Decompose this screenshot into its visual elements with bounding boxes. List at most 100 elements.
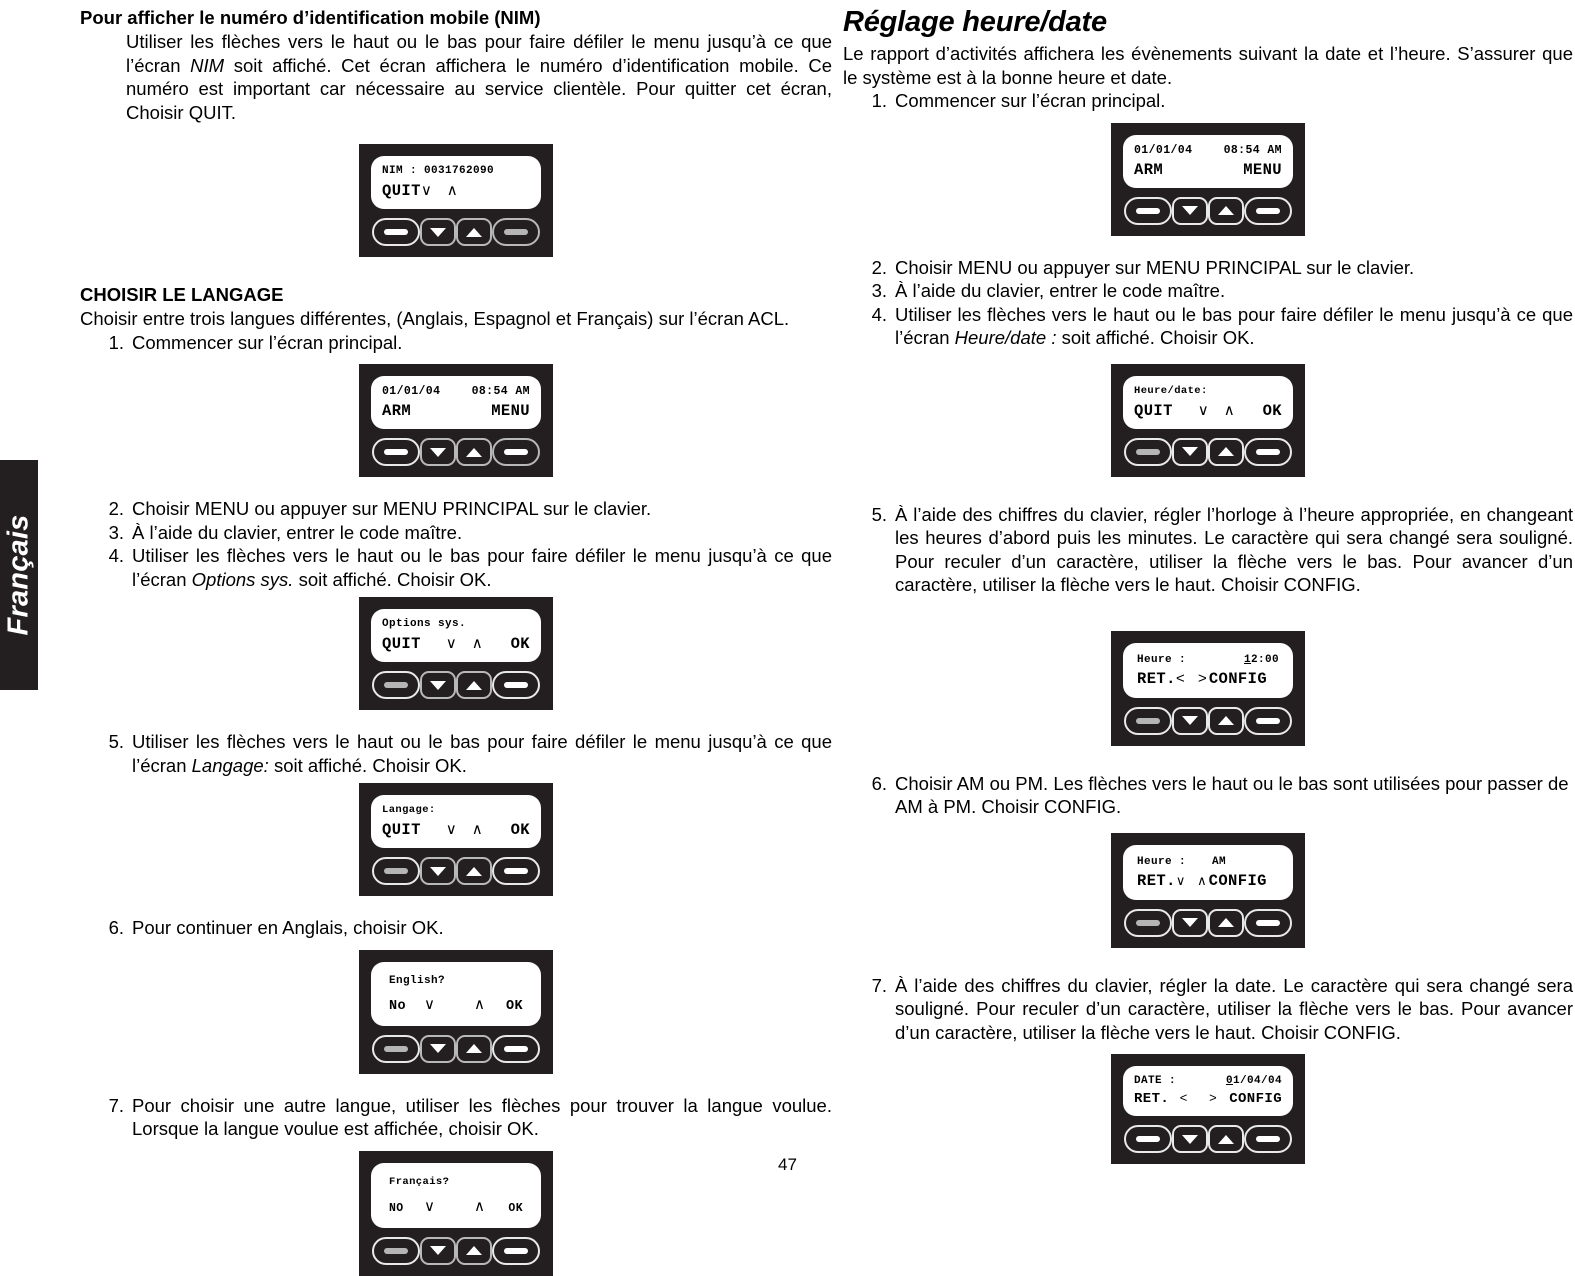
soft-right-button[interactable] bbox=[492, 1034, 540, 1063]
keypad-device-nim: NIM : 0031762090 QUIT ∨ ∧ bbox=[359, 144, 553, 257]
up-arrow-button[interactable] bbox=[456, 438, 492, 466]
lcd-main-time: 08:54 AM bbox=[1223, 143, 1282, 157]
lcd-main-date: 01/01/04 bbox=[382, 385, 441, 398]
soft-left-button[interactable] bbox=[372, 1236, 420, 1265]
left-step-7-text: Pour choisir une autre langue, utiliser … bbox=[132, 1094, 832, 1140]
soft-right-button[interactable] bbox=[492, 671, 540, 699]
keypad-device-english: English? No ∨ ∧ OK bbox=[359, 949, 553, 1074]
soft-right-button[interactable] bbox=[1244, 437, 1292, 466]
left-step-2-text: Choisir MENU ou appuyer sur MENU PRINCIP… bbox=[132, 498, 652, 519]
lcd-screen-options-sys: Options sys. QUIT ∨ ∧ OK bbox=[371, 609, 541, 662]
soft-left-button[interactable] bbox=[372, 438, 420, 466]
keypad-button-row bbox=[371, 671, 541, 699]
soft-right-button[interactable] bbox=[1244, 1125, 1292, 1153]
up-arrow-button[interactable] bbox=[456, 671, 492, 699]
soft-left-button[interactable] bbox=[1124, 706, 1172, 735]
keypad-button-row bbox=[371, 218, 541, 246]
soft-right-bar-icon bbox=[504, 868, 528, 874]
soft-right-button[interactable] bbox=[1244, 196, 1292, 225]
language-section-intro: Choisir entre trois langues différentes,… bbox=[80, 308, 790, 329]
lcd-francais-title: Français? bbox=[389, 1175, 450, 1188]
chevron-down-icon bbox=[1182, 447, 1198, 456]
soft-left-bar-icon bbox=[384, 1247, 408, 1254]
down-arrow-button[interactable] bbox=[420, 1236, 456, 1265]
soft-left-button[interactable] bbox=[372, 1034, 420, 1063]
right-step-7: 7. À l’aide des chiffres du clavier, rég… bbox=[869, 974, 1573, 1045]
soft-right-button[interactable] bbox=[492, 857, 540, 885]
soft-right-bar-icon bbox=[504, 449, 528, 455]
up-arrow-button[interactable] bbox=[456, 218, 492, 246]
soft-right-button[interactable] bbox=[492, 218, 540, 246]
left-step-4-post: soit affiché. Choisir OK. bbox=[293, 568, 492, 590]
down-arrow-button[interactable] bbox=[1172, 706, 1208, 735]
left-step-4-number: 4. bbox=[108, 545, 124, 566]
chevron-up-icon bbox=[466, 447, 482, 457]
lcd-main-menu-label: MENU bbox=[491, 402, 530, 420]
lcd-screen-main-left: 01/01/04 08:54 AM ARM MENU bbox=[371, 376, 541, 429]
down-arrow-button[interactable] bbox=[1172, 437, 1208, 466]
up-arrow-button[interactable] bbox=[1208, 437, 1244, 466]
soft-left-bar-icon bbox=[384, 868, 408, 874]
soft-right-bar-icon bbox=[1256, 1136, 1280, 1142]
down-arrow-button[interactable] bbox=[1172, 1125, 1208, 1153]
left-step-5: 5. Utiliser les flèches vers le haut ou l… bbox=[106, 730, 832, 777]
chevron-up-icon bbox=[466, 866, 482, 876]
down-arrow-button[interactable] bbox=[420, 671, 456, 699]
up-arrow-button[interactable] bbox=[456, 1034, 492, 1063]
device-date-wrapper: DATE : 01/04/04 RET. < > CONFIG bbox=[843, 1054, 1573, 1164]
soft-right-button[interactable] bbox=[1244, 908, 1292, 937]
down-arrow-button[interactable] bbox=[420, 218, 456, 246]
up-arrow-button[interactable] bbox=[1208, 706, 1244, 735]
soft-left-button[interactable] bbox=[1124, 1125, 1172, 1153]
chevron-up-icon bbox=[466, 680, 482, 690]
down-arrow-button[interactable] bbox=[420, 857, 456, 885]
left-step-3: 3. À l’aide du clavier, entrer le code m… bbox=[106, 521, 832, 545]
keypad-device-main-left: 01/01/04 08:54 AM ARM MENU bbox=[359, 364, 553, 477]
lcd-main-time: 08:54 AM bbox=[471, 385, 530, 398]
right-step-4-italic: Heure/date : bbox=[954, 327, 1057, 348]
lcd-date-label: DATE : bbox=[1134, 1075, 1177, 1087]
left-step-4: 4. Utiliser les flèches vers le haut ou l… bbox=[106, 544, 832, 591]
up-arrow-button[interactable] bbox=[1208, 196, 1244, 225]
time-date-intro: Le rapport d’activités affichera les évè… bbox=[843, 43, 1573, 88]
soft-left-button[interactable] bbox=[1124, 196, 1172, 225]
lcd-screen-langage: Langage: QUIT ∨ ∧ OK bbox=[371, 795, 541, 848]
chevron-up-icon bbox=[1218, 206, 1234, 215]
soft-left-button[interactable] bbox=[372, 671, 420, 699]
up-arrow-button[interactable] bbox=[1208, 1125, 1244, 1153]
right-step-3: 3. À l’aide du clavier, entrer le code m… bbox=[869, 279, 1573, 303]
right-step-7-text: À l’aide des chiffres du clavier, régler… bbox=[895, 974, 1573, 1043]
down-arrow-button[interactable] bbox=[420, 1034, 456, 1063]
soft-left-button[interactable] bbox=[372, 857, 420, 885]
lcd-options-arrows: ∨ ∧ bbox=[445, 636, 486, 653]
soft-right-button[interactable] bbox=[492, 1236, 540, 1265]
lcd-screen-heure-ampm: Heure : AM RET. ∨ ∧ CONFIG bbox=[1123, 844, 1293, 900]
up-arrow-button[interactable] bbox=[456, 1236, 492, 1265]
lcd-langage-arrows: ∨ ∧ bbox=[445, 822, 486, 839]
lcd-heure-time-value: 12:00 bbox=[1244, 654, 1279, 666]
lcd-date-value-rest: 1/04/04 bbox=[1232, 1075, 1282, 1087]
up-arrow-button[interactable] bbox=[456, 857, 492, 885]
chevron-down-icon bbox=[430, 1246, 446, 1255]
left-step-1: 1. Commencer sur l’écran principal. bbox=[106, 331, 832, 355]
right-step-3-text: À l’aide du clavier, entrer le code maît… bbox=[895, 280, 1226, 301]
soft-right-button[interactable] bbox=[492, 438, 540, 466]
soft-left-button[interactable] bbox=[1124, 437, 1172, 466]
chevron-down-icon bbox=[430, 227, 446, 237]
lcd-langage-quit-label: QUIT bbox=[382, 821, 421, 839]
soft-left-button[interactable] bbox=[372, 218, 420, 246]
nim-section-heading: Pour afficher le numéro d’identification… bbox=[80, 7, 541, 28]
soft-right-bar-icon bbox=[1256, 717, 1280, 724]
left-column: Pour afficher le numéro d’identification… bbox=[80, 6, 832, 1276]
right-step-3-number: 3. bbox=[871, 280, 887, 301]
soft-left-bar-icon bbox=[1136, 207, 1160, 214]
down-arrow-button[interactable] bbox=[1172, 196, 1208, 225]
soft-left-button[interactable] bbox=[1124, 908, 1172, 937]
down-arrow-button[interactable] bbox=[1172, 908, 1208, 937]
down-arrow-button[interactable] bbox=[420, 438, 456, 466]
soft-right-button[interactable] bbox=[1244, 706, 1292, 735]
up-arrow-button[interactable] bbox=[1208, 908, 1244, 937]
lcd-heure-date-title: Heure/date: bbox=[1134, 384, 1208, 397]
soft-right-bar-icon bbox=[1256, 919, 1280, 926]
keypad-button-row bbox=[1123, 908, 1293, 937]
